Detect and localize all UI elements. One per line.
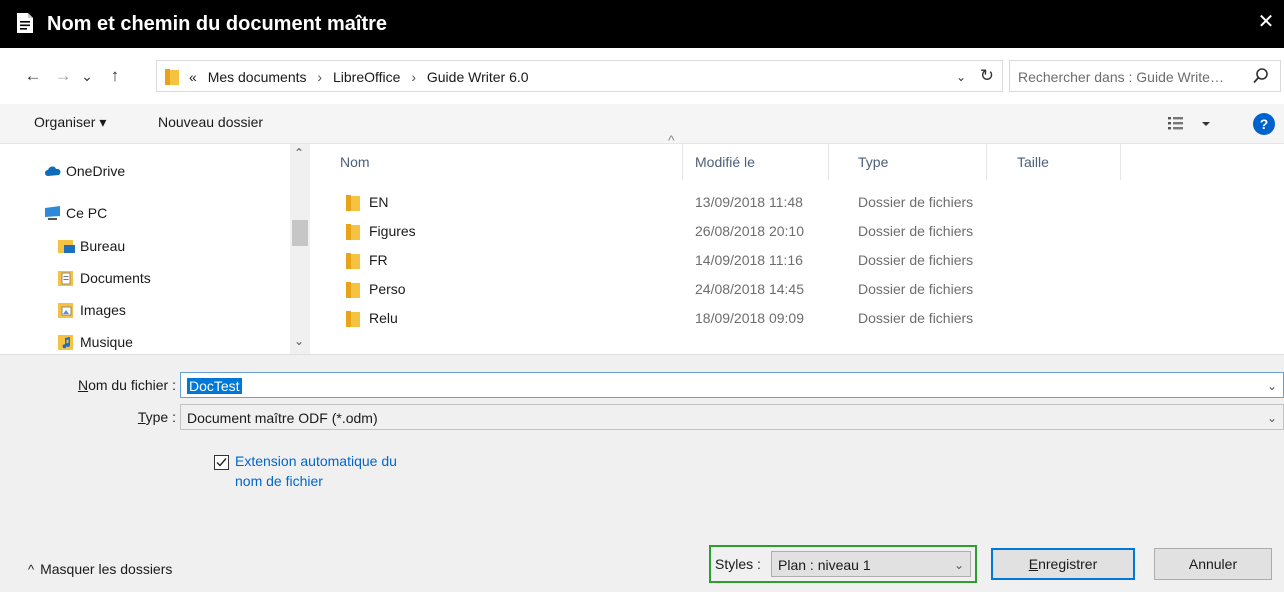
file-modified: 14/09/2018 11:16: [695, 252, 803, 268]
recent-locations-chevron-icon[interactable]: ⌄: [76, 64, 98, 88]
breadcrumb-separator[interactable]: ›: [411, 69, 416, 85]
sidebar-item-label: Ce PC: [66, 205, 108, 221]
back-arrow-icon[interactable]: ←: [22, 64, 44, 88]
breadcrumb-separator[interactable]: ›: [317, 69, 322, 85]
table-row[interactable]: Figures 26/08/2018 20:10 Dossier de fich…: [312, 217, 1284, 246]
styles-value: Plan : niveau 1: [778, 557, 871, 573]
breadcrumb-item-guide-writer[interactable]: Guide Writer 6.0: [427, 69, 529, 85]
organize-menu-button[interactable]: Organiser ▾: [34, 114, 106, 131]
auto-extension-checkbox[interactable]: [214, 455, 229, 470]
folder-icon: [346, 282, 360, 298]
file-type: Dossier de fichiers: [858, 194, 974, 210]
cancel-button[interactable]: Annuler: [1154, 548, 1272, 580]
file-name: EN: [369, 194, 389, 210]
table-row[interactable]: Relu 18/09/2018 09:09 Dossier de fichier…: [312, 304, 1284, 333]
checkmark-icon: [216, 458, 227, 467]
navigation-pane: OneDrive Ce PC Bureau Documents Images M…: [0, 144, 310, 354]
help-icon[interactable]: ?: [1253, 113, 1275, 135]
pc-icon: [45, 206, 60, 220]
breadcrumb: « Mes documents › LibreOffice › Guide Wr…: [189, 67, 536, 87]
cloud-icon: [45, 166, 61, 176]
file-type-value: Document maître ODF (*.odm): [187, 410, 378, 426]
window-title: Nom et chemin du document maître: [47, 13, 388, 35]
search-placeholder: Rechercher dans : Guide Write…: [1018, 69, 1224, 85]
file-name: Relu: [369, 310, 398, 326]
folder-icon: [346, 224, 360, 240]
filename-value: DocTest: [187, 378, 242, 394]
breadcrumb-item-libreoffice[interactable]: LibreOffice: [333, 69, 400, 85]
scroll-down-icon[interactable]: ⌄: [294, 334, 304, 348]
search-input[interactable]: Rechercher dans : Guide Write…: [1009, 60, 1281, 92]
file-type: Dossier de fichiers: [858, 310, 974, 326]
folder-icon: [346, 195, 360, 211]
save-button[interactable]: Enregistrer: [991, 548, 1135, 580]
styles-label: Styles :: [715, 556, 761, 572]
document-icon: [17, 13, 33, 33]
filename-label: Nom du fichier :: [77, 377, 176, 393]
file-modified: 13/09/2018 11:48: [695, 194, 803, 210]
change-view-icon[interactable]: [1166, 114, 1214, 134]
sidebar-item-label: Documents: [80, 270, 151, 286]
address-bar[interactable]: « Mes documents › LibreOffice › Guide Wr…: [156, 60, 1003, 92]
column-header-size[interactable]: Taille: [987, 144, 1121, 180]
scroll-up-icon[interactable]: ⌃: [294, 146, 304, 160]
file-modified: 26/08/2018 20:10: [695, 223, 804, 239]
type-label: Type :: [137, 409, 176, 425]
save-options-panel: Nom du fichier : DocTest ⌄ Type : Docume…: [0, 354, 1284, 592]
command-bar: Organiser ▾ Nouveau dossier ?: [0, 104, 1284, 144]
folder-icon: [346, 253, 360, 269]
file-type-select[interactable]: Document maître ODF (*.odm) ⌄: [180, 404, 1284, 430]
file-type: Dossier de fichiers: [858, 223, 974, 239]
refresh-icon[interactable]: ↻: [980, 65, 994, 87]
column-header-type[interactable]: Type: [829, 144, 987, 180]
images-folder-icon: [58, 303, 73, 318]
music-folder-icon: [58, 335, 73, 350]
table-row[interactable]: FR 14/09/2018 11:16 Dossier de fichiers: [312, 246, 1284, 275]
close-icon[interactable]: ✕: [1254, 10, 1278, 34]
file-modified: 24/08/2018 14:45: [695, 281, 804, 297]
hide-folders-button[interactable]: ^ Masquer les dossiers: [28, 559, 172, 580]
sidebar-item-label: Images: [80, 302, 126, 318]
chevron-down-icon[interactable]: ⌄: [1267, 377, 1277, 395]
address-row: ← → ⌄ ↑ « Mes documents › LibreOffice › …: [0, 58, 1284, 94]
documents-folder-icon: [58, 271, 73, 286]
table-row[interactable]: Perso 24/08/2018 14:45 Dossier de fichie…: [312, 275, 1284, 304]
sidebar-item-label: Musique: [80, 334, 133, 350]
folder-icon: [346, 311, 360, 327]
chevron-up-icon: ^: [28, 562, 35, 577]
forward-arrow-icon[interactable]: →: [52, 64, 74, 88]
file-type: Dossier de fichiers: [858, 252, 974, 268]
address-dropdown-chevron-icon[interactable]: ⌄: [956, 67, 966, 87]
search-icon: [1253, 68, 1268, 84]
breadcrumb-item-mes-documents[interactable]: Mes documents: [208, 69, 307, 85]
scrollbar-thumb[interactable]: [292, 220, 308, 246]
chevron-down-icon: ⌄: [953, 558, 964, 572]
styles-control: Styles : Plan : niveau 1 ⌄: [709, 545, 977, 583]
sidebar-item-label: Bureau: [80, 238, 126, 254]
breadcrumb-overflow[interactable]: «: [189, 69, 197, 85]
file-name: FR: [369, 252, 388, 268]
file-modified: 18/09/2018 09:09: [695, 310, 804, 326]
new-folder-button[interactable]: Nouveau dossier: [158, 114, 263, 130]
up-arrow-icon[interactable]: ↑: [104, 64, 126, 88]
chevron-down-icon[interactable]: ⌄: [1267, 409, 1277, 427]
table-row[interactable]: EN 13/09/2018 11:48 Dossier de fichiers: [312, 188, 1284, 217]
file-name: Perso: [369, 281, 406, 297]
file-type: Dossier de fichiers: [858, 281, 974, 297]
column-header-name[interactable]: Nom: [312, 144, 683, 180]
auto-extension-label[interactable]: Extension automatique du nom de fichier: [235, 451, 405, 491]
file-list: ^ Nom Modifié le Type Taille EN 13/09/20…: [312, 132, 1284, 354]
folder-icon: [165, 69, 179, 85]
styles-select[interactable]: Plan : niveau 1 ⌄: [771, 551, 971, 577]
file-name: Figures: [369, 223, 416, 239]
desktop-folder-icon: [58, 240, 75, 253]
title-bar: Nom et chemin du document maître ✕: [0, 0, 1284, 48]
sidebar-item-label: OneDrive: [66, 163, 126, 179]
column-header-modified[interactable]: Modifié le: [667, 144, 829, 180]
filename-field[interactable]: DocTest ⌄: [180, 372, 1284, 398]
navigation-scrollbar[interactable]: ⌃ ⌄: [290, 144, 310, 354]
